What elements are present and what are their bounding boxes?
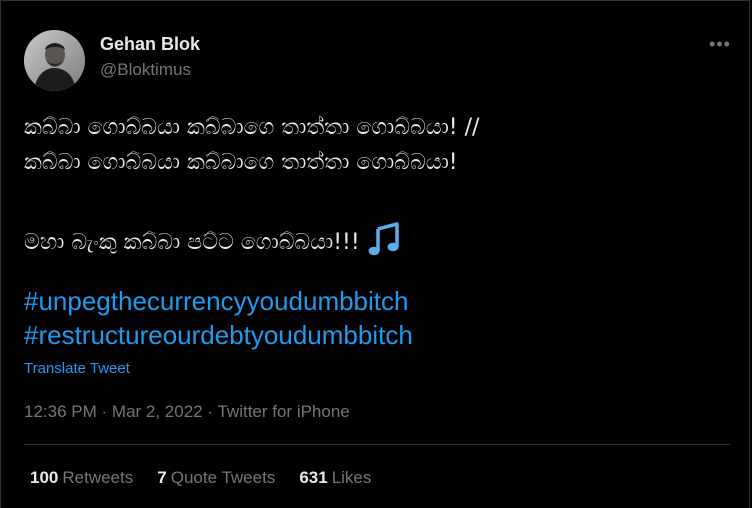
tweet-time[interactable]: 12:36 PM (24, 402, 97, 421)
avatar[interactable] (24, 30, 85, 91)
retweets-stat[interactable]: 100 Retweets (30, 468, 133, 488)
music-notes-icon (368, 222, 399, 256)
likes-label: Likes (331, 468, 372, 487)
avatar-photo (24, 30, 85, 91)
divider (24, 444, 730, 445)
quotes-count: 7 (157, 468, 167, 487)
author-name[interactable]: Gehan Blok (100, 34, 200, 55)
hashtag-link-2[interactable]: #restructureourdebtyoudumbbitch (24, 320, 413, 351)
tweet-line-3-wrap: මහා බැංකු කබ්බා පට්ට ගොබ්බයා!!! (24, 221, 724, 256)
tweet-line-1: කබ්බා ගොබ්බයා කබ්බාගෙ තාත්තා ගොබ්බයා! // (24, 115, 480, 140)
hashtag-link-1[interactable]: #unpegthecurrencyyoudumbbitch (24, 286, 408, 317)
retweets-count: 100 (30, 468, 59, 487)
tweet-meta: 12:36 PM · Mar 2, 2022 · Twitter for iPh… (24, 402, 350, 422)
retweets-label: Retweets (62, 468, 134, 487)
tweet-line-3: මහා බැංකු කබ්බා පට්ට ගොබ්බයා!!! (24, 230, 360, 255)
tweet-date[interactable]: Mar 2, 2022 (112, 402, 203, 421)
tweet-stats: 100 Retweets 7 Quote Tweets 631 Likes (30, 468, 371, 488)
tweet-source[interactable]: Twitter for iPhone (217, 402, 349, 421)
more-horizontal-icon: ••• (709, 34, 731, 54)
tweet-line-2: කබ්බා ගොබ්බයා කබ්බාගෙ තාත්තා ගොබ්බයා! (24, 150, 458, 175)
quote-tweets-stat[interactable]: 7 Quote Tweets (157, 468, 275, 488)
meta-separator: · (207, 402, 214, 421)
translate-tweet-link[interactable]: Translate Tweet (24, 360, 130, 377)
tweet-text: කබ්බා ගොබ්බයා කබ්බාගෙ තාත්තා ගොබ්බයා! //… (24, 110, 724, 256)
meta-separator: · (101, 402, 108, 421)
quotes-label: Quote Tweets (170, 468, 276, 487)
likes-count: 631 (299, 468, 328, 487)
more-options-button[interactable]: ••• (706, 34, 734, 54)
likes-stat[interactable]: 631 Likes (299, 468, 371, 488)
author-handle[interactable]: @Bloktimus (100, 60, 191, 80)
